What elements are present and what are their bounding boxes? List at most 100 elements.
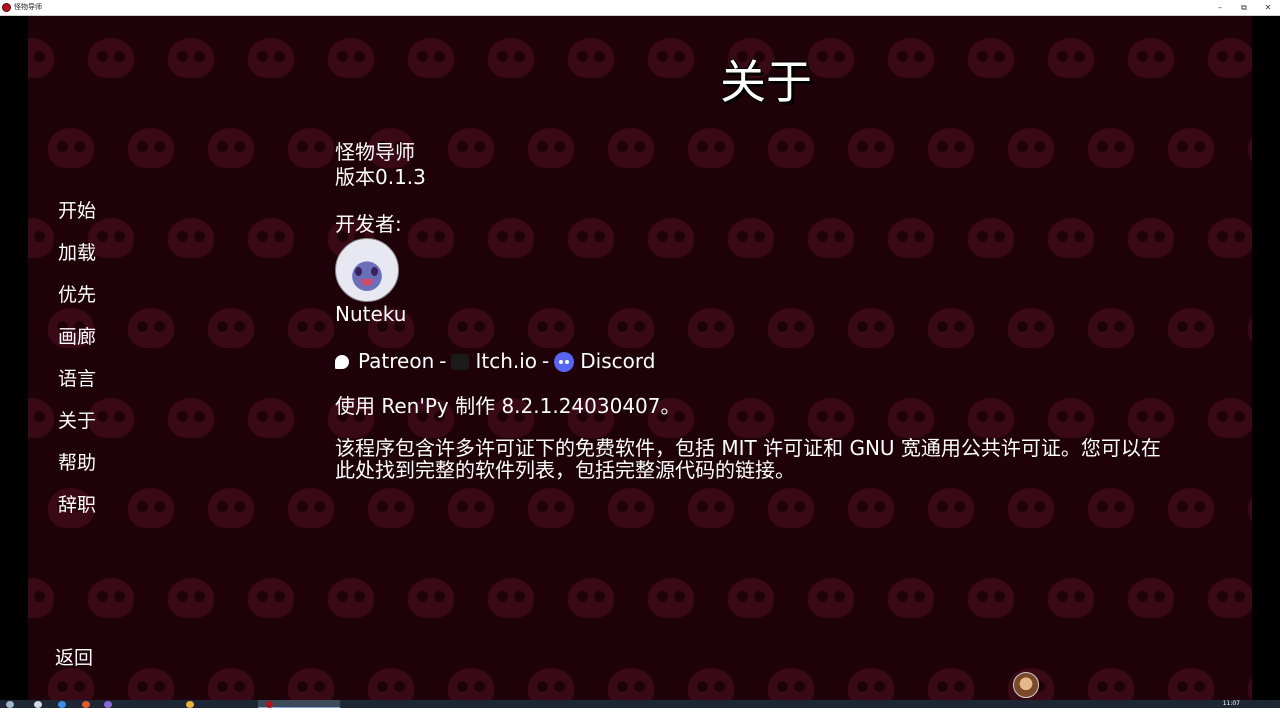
- page-title: 关于: [720, 55, 812, 109]
- skull-pattern-icon: [528, 668, 574, 700]
- skull-pattern-icon: [488, 578, 534, 618]
- app-icon[interactable]: [82, 701, 90, 708]
- taskbar-clock: 11:07: [1222, 700, 1240, 707]
- skull-pattern-icon: [1128, 578, 1174, 618]
- skull-pattern-icon: [248, 398, 294, 438]
- back-button[interactable]: 返回: [55, 643, 93, 670]
- skull-pattern-icon: [208, 128, 254, 168]
- avatar-eye-right: [371, 267, 378, 276]
- skull-pattern-icon: [848, 668, 894, 700]
- skull-pattern-icon: [728, 578, 774, 618]
- browser-icon[interactable]: [58, 701, 66, 708]
- nav-item-help[interactable]: 帮助: [58, 448, 96, 490]
- nav-item-load[interactable]: 加载: [58, 238, 96, 280]
- nav-item-about[interactable]: 关于: [58, 406, 96, 448]
- skull-pattern-icon: [1168, 668, 1214, 700]
- skull-pattern-icon: [808, 578, 854, 618]
- skull-pattern-icon: [928, 488, 974, 528]
- app-icon[interactable]: [104, 701, 112, 708]
- developer-avatar: [335, 238, 399, 302]
- title-bar: 怪物导师 – ⧉ ✕: [0, 0, 1280, 16]
- folder-icon[interactable]: [186, 701, 194, 708]
- skull-pattern-icon: [1088, 668, 1134, 700]
- link-separator: -: [439, 349, 447, 373]
- made-with-text: 使用 Ren'Py 制作 8.2.1.24030407。: [335, 394, 681, 418]
- skull-pattern-icon: [288, 308, 334, 348]
- skull-pattern-icon: [128, 488, 174, 528]
- skull-pattern-icon: [448, 668, 494, 700]
- game-screen: 关于 开始 加载 优先 画廊 语言 关于 帮助 辞职 返回 怪物导师 版本0.1…: [28, 16, 1252, 700]
- skull-pattern-icon: [768, 488, 814, 528]
- skull-pattern-icon: [648, 578, 694, 618]
- nav-item-language[interactable]: 语言: [58, 364, 96, 406]
- nav-item-start[interactable]: 开始: [58, 196, 96, 238]
- skull-pattern-icon: [368, 488, 414, 528]
- skull-pattern-icon: [88, 578, 134, 618]
- skull-pattern-icon: [168, 578, 214, 618]
- restore-button[interactable]: ⧉: [1232, 0, 1256, 15]
- windows-taskbar: 11:07: [0, 700, 1280, 708]
- skull-pattern-icon: [1168, 488, 1214, 528]
- social-links: Patreon - Itch.io - Discord: [335, 349, 1215, 374]
- close-button[interactable]: ✕: [1256, 0, 1280, 15]
- skull-pattern-icon: [48, 128, 94, 168]
- skull-pattern-icon: [528, 488, 574, 528]
- character-avatar-icon[interactable]: [1013, 672, 1039, 698]
- skull-pattern-icon: [248, 578, 294, 618]
- skull-pattern-icon: [688, 488, 734, 528]
- nav-item-gallery[interactable]: 画廊: [58, 322, 96, 364]
- itch-link[interactable]: Itch.io: [475, 349, 537, 374]
- skull-pattern-icon: [848, 488, 894, 528]
- skull-pattern-icon: [168, 218, 214, 258]
- skull-pattern-icon: [208, 308, 254, 348]
- minimize-button[interactable]: –: [1208, 0, 1232, 15]
- skull-pattern-icon: [208, 488, 254, 528]
- license-text-line-2[interactable]: 此处找到完整的软件列表，包括完整源代码的链接。: [335, 459, 1215, 481]
- version-text: 版本0.1.3: [335, 165, 426, 189]
- skull-pattern-icon: [768, 668, 814, 700]
- skull-pattern-icon: [48, 668, 94, 700]
- skull-pattern-icon: [168, 398, 214, 438]
- skull-pattern-icon: [1088, 488, 1134, 528]
- window-title: 怪物导师: [14, 3, 42, 11]
- skull-pattern-icon: [1208, 578, 1252, 618]
- app-icon: [2, 3, 11, 12]
- skull-pattern-icon: [608, 488, 654, 528]
- discord-icon[interactable]: [554, 351, 575, 372]
- skull-pattern-icon: [408, 578, 454, 618]
- skull-pattern-icon: [968, 578, 1014, 618]
- skull-pattern-icon: [208, 668, 254, 700]
- skull-pattern-icon: [1248, 488, 1252, 528]
- license-text-line-1: 该程序包含许多许可证下的免费软件，包括 MIT 许可证和 GNU 宽通用公共许可…: [335, 436, 1161, 460]
- skull-pattern-icon: [608, 668, 654, 700]
- skull-pattern-icon: [1248, 128, 1252, 168]
- start-icon[interactable]: [6, 701, 14, 708]
- skull-pattern-icon: [888, 578, 934, 618]
- avatar-eye-left: [355, 267, 362, 276]
- nav-item-preferences[interactable]: 优先: [58, 280, 96, 322]
- skull-pattern-icon: [688, 668, 734, 700]
- skull-pattern-icon: [28, 578, 54, 618]
- game-taskbar-icon[interactable]: [266, 701, 273, 708]
- skull-pattern-icon: [28, 398, 54, 438]
- avatar-mouth: [361, 279, 373, 286]
- developer-name: Nuteku: [335, 302, 407, 326]
- skull-pattern-icon: [248, 218, 294, 258]
- game-window: 怪物导师 – ⧉ ✕ 关于 开始 加载 优先 画廊 语言 关于 帮助 辞职 返回…: [0, 0, 1280, 708]
- skull-pattern-icon: [128, 128, 174, 168]
- skull-pattern-icon: [128, 308, 174, 348]
- patreon-icon[interactable]: [335, 354, 349, 369]
- itch-icon[interactable]: [451, 353, 470, 370]
- patreon-link[interactable]: Patreon: [358, 349, 434, 374]
- skull-pattern-icon: [928, 668, 974, 700]
- skull-pattern-icon: [288, 668, 334, 700]
- skull-pattern-icon: [1048, 578, 1094, 618]
- skull-pattern-icon: [568, 578, 614, 618]
- nav-item-quit[interactable]: 辞职: [58, 490, 96, 532]
- skull-pattern-icon: [1248, 668, 1252, 700]
- skull-pattern-icon: [328, 578, 374, 618]
- search-icon[interactable]: [34, 701, 42, 708]
- discord-link[interactable]: Discord: [580, 349, 655, 374]
